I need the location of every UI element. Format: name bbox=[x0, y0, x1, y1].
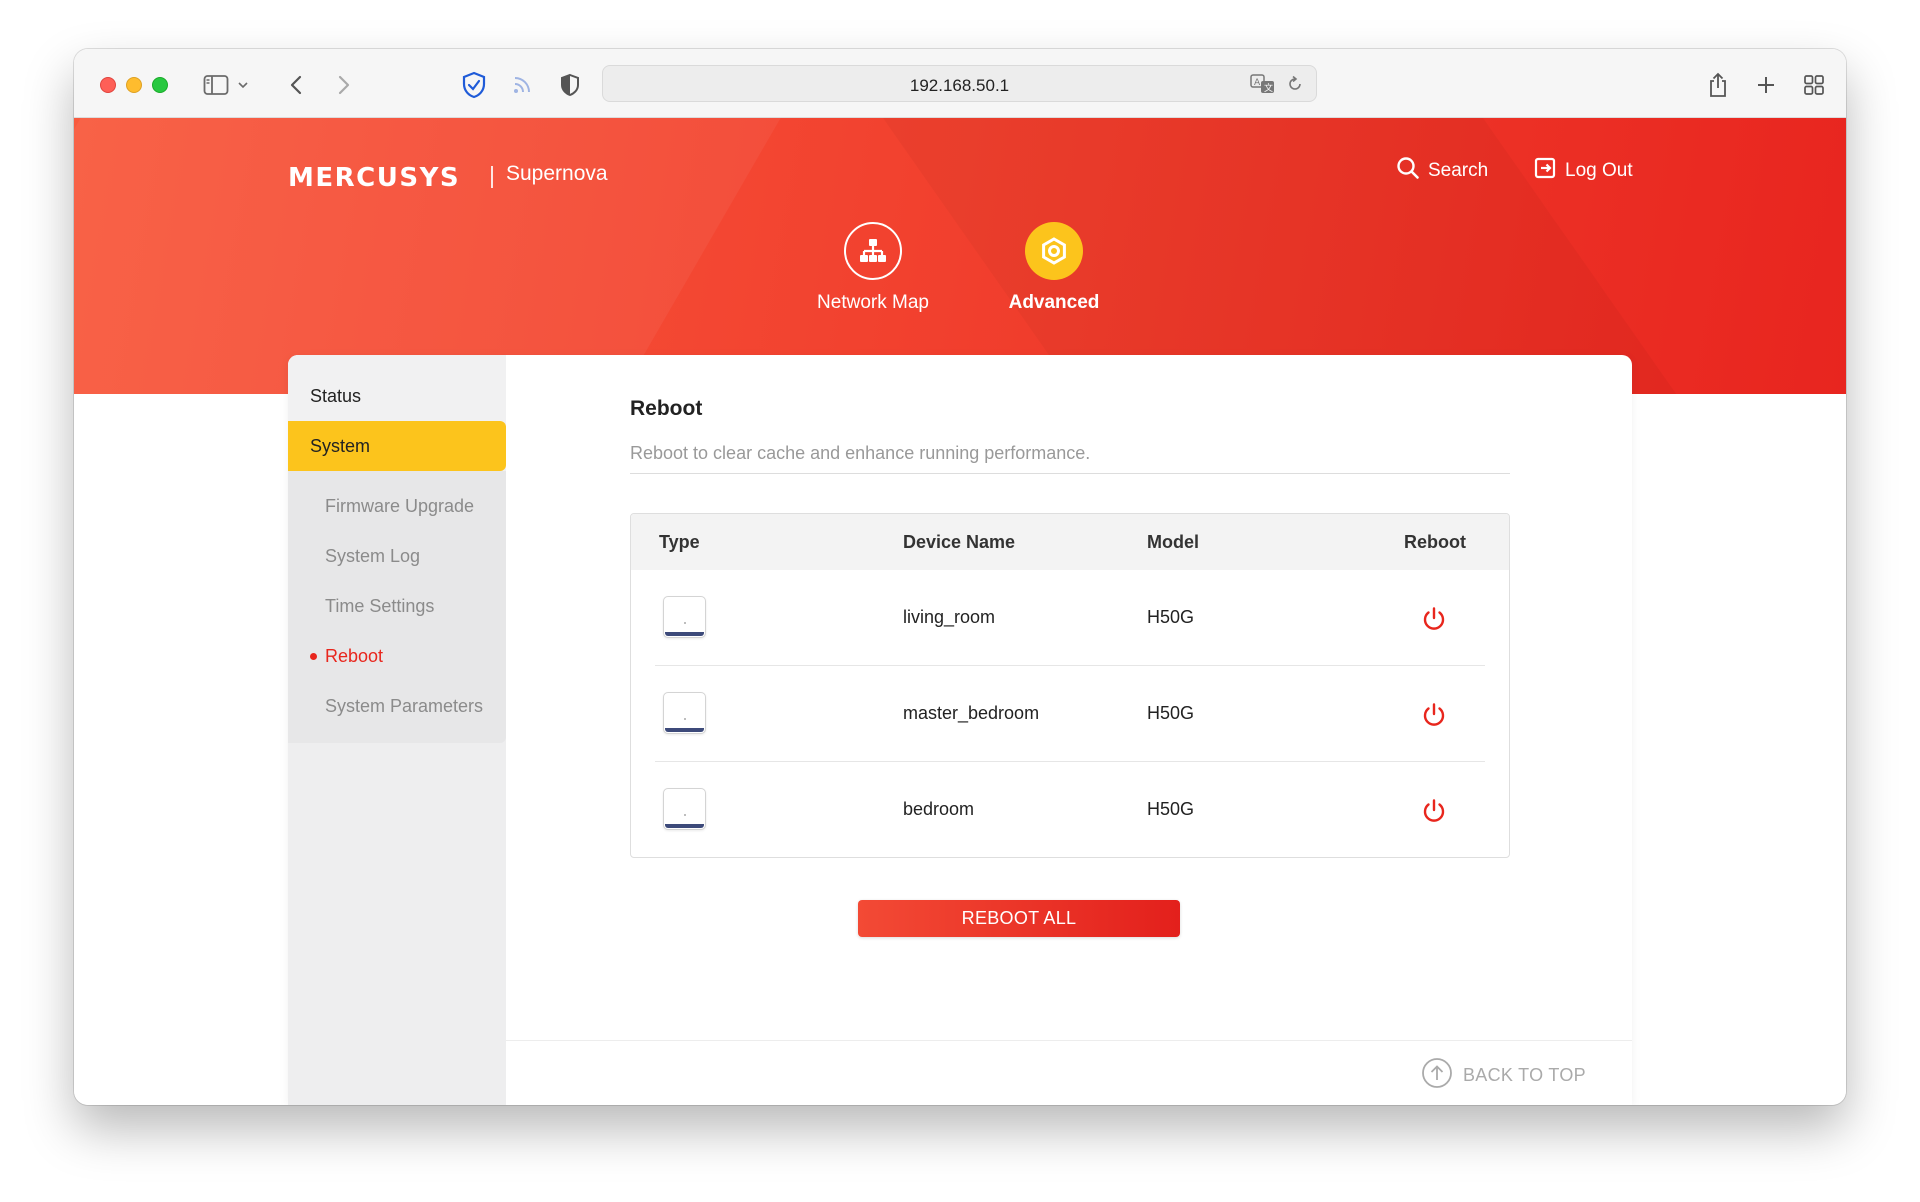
current-indicator-dot bbox=[310, 653, 317, 660]
submenu-item-system-parameters[interactable]: System Parameters bbox=[288, 681, 506, 731]
browser-toolbar: 192.168.50.1 A文 bbox=[74, 49, 1846, 118]
reboot-device-button[interactable] bbox=[1419, 700, 1449, 730]
submenu-item-reboot[interactable]: Reboot bbox=[288, 631, 506, 681]
close-window-button[interactable] bbox=[100, 77, 116, 93]
sidebar: Status System Firmware Upgrade System Lo… bbox=[288, 355, 506, 1105]
device-table: Type Device Name Model Reboot living_roo… bbox=[630, 513, 1510, 858]
chevron-down-icon[interactable] bbox=[234, 69, 252, 101]
sidebar-item-status[interactable]: Status bbox=[288, 371, 506, 421]
svg-text:文: 文 bbox=[1264, 82, 1273, 94]
share-icon[interactable] bbox=[1702, 69, 1734, 101]
mesh-device-icon bbox=[663, 788, 706, 830]
submenu-item-time-settings[interactable]: Time Settings bbox=[288, 581, 506, 631]
column-header-device-name: Device Name bbox=[903, 532, 1016, 552]
header-decoration bbox=[74, 118, 816, 394]
sidebar-item-label: System bbox=[310, 435, 371, 456]
logo-divider bbox=[491, 166, 493, 188]
back-to-top-label: BACK TO TOP bbox=[1462, 1065, 1586, 1085]
sidebar-item-label: Status bbox=[310, 385, 362, 406]
tab-overview-icon[interactable] bbox=[1798, 69, 1830, 101]
divider bbox=[630, 473, 1510, 474]
column-header-reboot: Reboot bbox=[1404, 532, 1466, 552]
privacy-shield-icon[interactable] bbox=[554, 69, 586, 101]
reload-icon[interactable] bbox=[1286, 75, 1304, 98]
device-name-cell: master_bedroom bbox=[903, 703, 1040, 723]
sidebar-toggle-icon[interactable] bbox=[200, 69, 232, 101]
arrow-up-circle-icon bbox=[1421, 1057, 1453, 1094]
translate-icon[interactable]: A文 bbox=[1250, 73, 1276, 100]
minimize-window-button[interactable] bbox=[126, 77, 142, 93]
logout-button[interactable]: Log Out bbox=[1533, 156, 1633, 186]
submenu-item-label: Reboot bbox=[325, 645, 384, 666]
device-name-cell: bedroom bbox=[903, 799, 975, 819]
logout-icon bbox=[1533, 156, 1557, 186]
search-button[interactable]: Search bbox=[1396, 156, 1488, 186]
rss-icon[interactable] bbox=[506, 69, 538, 101]
page-title: Reboot bbox=[630, 397, 703, 420]
table-row: living_room H50G bbox=[631, 570, 1509, 666]
submenu-item-label: Time Settings bbox=[325, 595, 435, 616]
system-submenu: Firmware Upgrade System Log Time Setting… bbox=[288, 471, 506, 743]
gear-icon bbox=[1025, 222, 1083, 280]
shield-icon[interactable] bbox=[458, 69, 490, 101]
nav-advanced[interactable]: Advanced bbox=[984, 222, 1124, 314]
table-header: Type Device Name Model Reboot bbox=[631, 514, 1509, 570]
reboot-all-button[interactable]: REBOOT ALL bbox=[858, 900, 1180, 937]
network-map-icon bbox=[844, 222, 902, 280]
submenu-item-label: System Parameters bbox=[325, 695, 484, 716]
back-to-top-button[interactable]: BACK TO TOP bbox=[1421, 1057, 1586, 1094]
back-icon[interactable] bbox=[280, 69, 312, 101]
nav-network-map[interactable]: Network Map bbox=[803, 222, 943, 314]
nav-advanced-label: Advanced bbox=[1008, 292, 1100, 313]
logout-label: Log Out bbox=[1565, 160, 1633, 181]
svg-text:A: A bbox=[1254, 78, 1261, 88]
submenu-item-system-log[interactable]: System Log bbox=[288, 531, 506, 581]
model-cell: H50G bbox=[1147, 703, 1195, 723]
reboot-device-button[interactable] bbox=[1419, 796, 1449, 826]
url-text: 192.168.50.1 bbox=[909, 76, 1010, 95]
power-icon bbox=[1423, 607, 1445, 630]
reboot-device-button[interactable] bbox=[1419, 604, 1449, 634]
mesh-device-icon bbox=[663, 692, 706, 734]
table-row: master_bedroom H50G bbox=[631, 666, 1509, 762]
zoom-window-button[interactable] bbox=[152, 77, 168, 93]
power-icon bbox=[1423, 799, 1445, 822]
search-icon bbox=[1396, 156, 1420, 186]
page-header: MERCUSYS Supernova Search Log Out Networ… bbox=[74, 118, 1846, 394]
new-tab-icon[interactable] bbox=[1750, 69, 1782, 101]
table-row: bedroom H50G bbox=[631, 762, 1509, 857]
search-label: Search bbox=[1428, 160, 1489, 181]
model-cell: H50G bbox=[1147, 607, 1195, 627]
content-area: Reboot Reboot to clear cache and enhance… bbox=[506, 355, 1632, 1105]
forward-icon[interactable] bbox=[328, 69, 360, 101]
product-name: Supernova bbox=[506, 162, 608, 185]
nav-network-map-label: Network Map bbox=[817, 292, 929, 313]
column-header-model: Model bbox=[1147, 532, 1199, 552]
model-cell: H50G bbox=[1147, 799, 1195, 819]
sidebar-top: Status System bbox=[288, 355, 506, 471]
browser-window: 192.168.50.1 A文 MERCUSYS Supernova Searc… bbox=[74, 49, 1846, 1105]
submenu-item-label: System Log bbox=[325, 545, 421, 566]
submenu-item-label: Firmware Upgrade bbox=[325, 495, 475, 516]
mesh-device-icon bbox=[663, 596, 706, 638]
sidebar-item-system[interactable]: System bbox=[288, 421, 506, 471]
footer-divider bbox=[506, 1040, 1632, 1041]
page-description: Reboot to clear cache and enhance runnin… bbox=[630, 443, 1091, 463]
device-name-cell: living_room bbox=[903, 607, 996, 627]
submenu-item-firmware-upgrade[interactable]: Firmware Upgrade bbox=[288, 481, 506, 531]
brand-logo: MERCUSYS bbox=[288, 163, 461, 193]
main-card: Status System Firmware Upgrade System Lo… bbox=[288, 355, 1632, 1105]
power-icon bbox=[1423, 703, 1445, 726]
address-bar[interactable]: 192.168.50.1 A文 bbox=[602, 65, 1317, 102]
column-header-type: Type bbox=[659, 532, 700, 552]
router-admin-page: MERCUSYS Supernova Search Log Out Networ… bbox=[74, 118, 1846, 1105]
